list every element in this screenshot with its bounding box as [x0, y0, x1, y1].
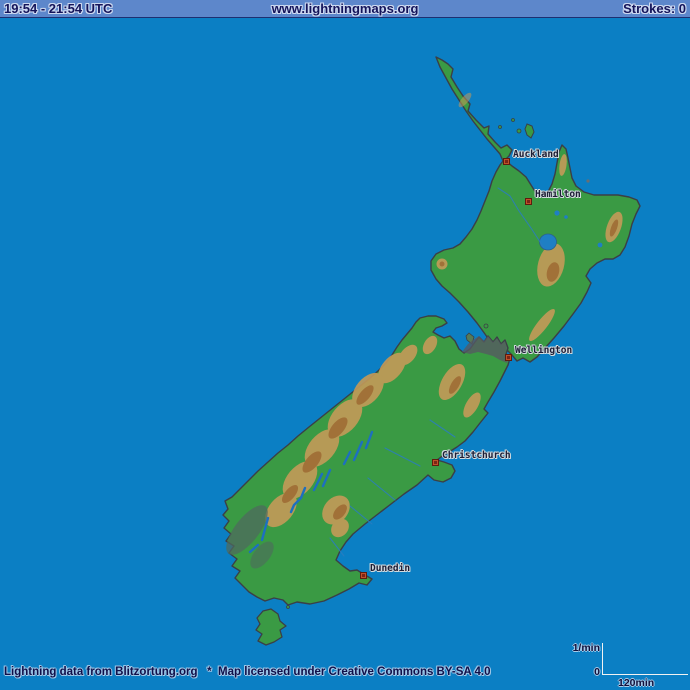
legend-rate-max-label: 1/min	[573, 642, 600, 654]
top-status-bar: 19:54 - 21:54 UTC www.lightningmaps.org …	[0, 0, 690, 18]
city-label-christchurch: Christchurch	[442, 450, 511, 461]
city-marker-hamilton[interactable]	[525, 198, 532, 205]
city-marker-dunedin[interactable]	[360, 572, 367, 579]
city-marker-wellington[interactable]	[505, 354, 512, 361]
legend-rate-min-label: 0	[594, 666, 600, 678]
city-label-hamilton: Hamilton	[535, 189, 581, 200]
legend-time-axis-label: 120min	[618, 677, 654, 689]
footer-credit: Lightning data from Blitzortung.org * Ma…	[4, 666, 490, 678]
city-marker-christchurch[interactable]	[432, 459, 439, 466]
city-marker-auckland[interactable]	[503, 158, 510, 165]
time-range-label: 19:54 - 21:54 UTC	[4, 0, 112, 17]
lightningmaps-app: 19:54 - 21:54 UTC www.lightningmaps.org …	[0, 0, 690, 690]
legend-y-axis-line	[602, 643, 603, 674]
city-label-dunedin: Dunedin	[370, 563, 410, 574]
city-label-wellington: Wellington	[515, 345, 572, 356]
rate-legend: 1/min 0 120min	[560, 636, 690, 690]
city-label-auckland: Auckland	[513, 149, 559, 160]
legend-x-axis-line	[602, 674, 688, 675]
strokes-counter: Strokes: 0	[623, 0, 686, 17]
city-layer: Auckland Hamilton Wellington Christchurch Du…	[0, 0, 690, 690]
